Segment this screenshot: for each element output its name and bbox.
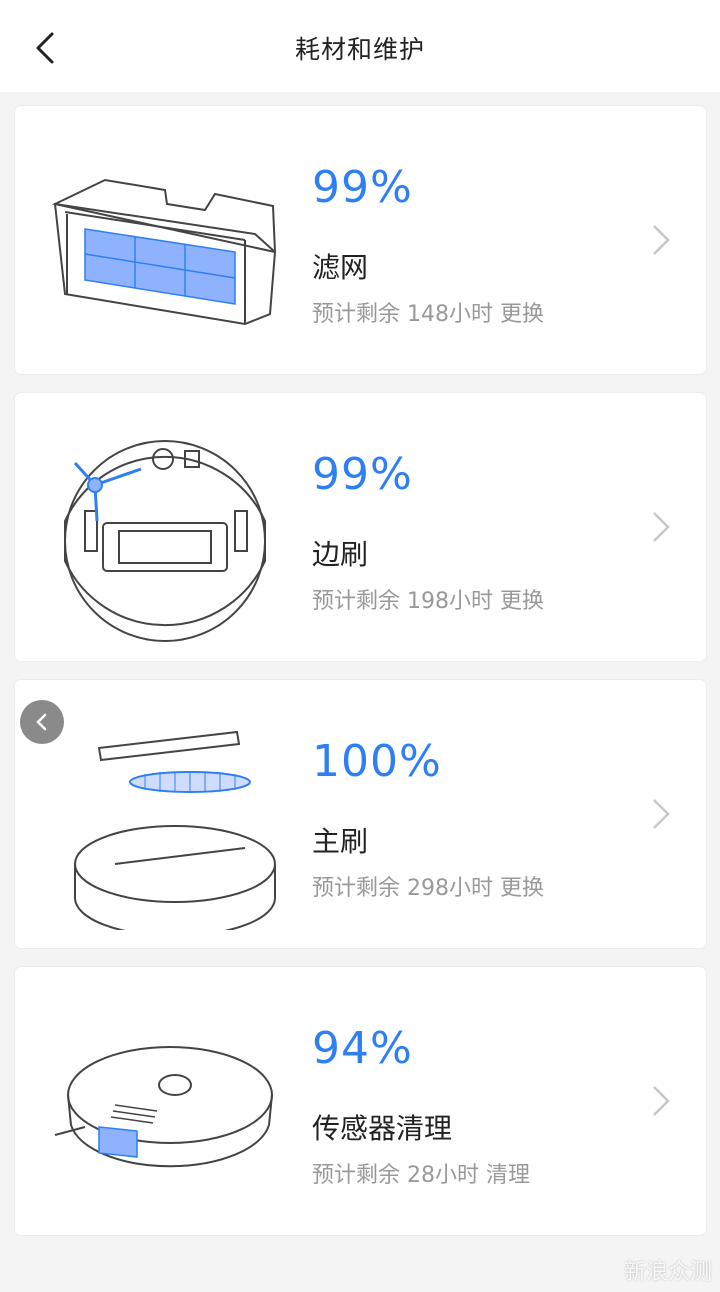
sensor-action[interactable]: 清理 <box>486 1163 530 1188</box>
side-brush-percent: 99% <box>312 449 413 500</box>
main-brush-name: 主刷 <box>312 825 369 858</box>
side-brush-image <box>64 440 266 642</box>
main-brush-percent: 100% <box>312 736 442 787</box>
sensor-name: 传感器清理 <box>312 1112 453 1145</box>
side-brush-name: 边刷 <box>312 538 369 571</box>
watermark: 新浪众测 <box>623 1260 712 1285</box>
chevron-left-icon <box>36 713 47 731</box>
filter-image <box>51 178 277 326</box>
page-title: 耗材和维护 <box>294 35 425 64</box>
main-brush-action[interactable]: 更换 <box>500 876 544 901</box>
main-brush-image <box>74 730 276 930</box>
filter-remaining-text: 预计剩余 148小时 更换 <box>312 296 544 328</box>
filter-percent: 99% <box>312 162 413 213</box>
image-prev-button[interactable] <box>20 700 64 744</box>
chevron-right-icon <box>653 512 670 542</box>
sensor-percent: 94% <box>312 1023 413 1074</box>
chevron-right-icon <box>653 225 670 255</box>
sensor-remaining: 预计剩余 28小时 <box>312 1163 479 1188</box>
consumable-card-filter[interactable]: 99% 滤网 预计剩余 148小时 更换 <box>15 106 706 374</box>
side-brush-remaining: 预计剩余 198小时 <box>312 589 493 614</box>
side-brush-action[interactable]: 更换 <box>500 589 544 614</box>
consumable-card-side-brush[interactable]: 99% 边刷 预计剩余 198小时 更换 <box>15 393 706 661</box>
main-brush-remaining: 预计剩余 298小时 <box>312 876 493 901</box>
consumable-card-main-brush[interactable]: 100% 主刷 预计剩余 298小时 更换 <box>15 680 706 948</box>
filter-name: 滤网 <box>312 251 369 284</box>
sensor-image <box>54 1046 273 1168</box>
main-brush-remaining-text: 预计剩余 298小时 更换 <box>312 870 544 902</box>
consumable-card-sensor[interactable]: 94% 传感器清理 预计剩余 28小时 清理 <box>15 967 706 1235</box>
filter-remaining: 预计剩余 148小时 <box>312 302 493 327</box>
header-bar: 耗材和维护 <box>0 0 720 92</box>
sensor-remaining-text: 预计剩余 28小时 清理 <box>312 1157 530 1189</box>
side-brush-remaining-text: 预计剩余 198小时 更换 <box>312 583 544 615</box>
chevron-right-icon <box>653 1086 670 1116</box>
filter-action[interactable]: 更换 <box>500 302 544 327</box>
chevron-right-icon <box>653 799 670 829</box>
